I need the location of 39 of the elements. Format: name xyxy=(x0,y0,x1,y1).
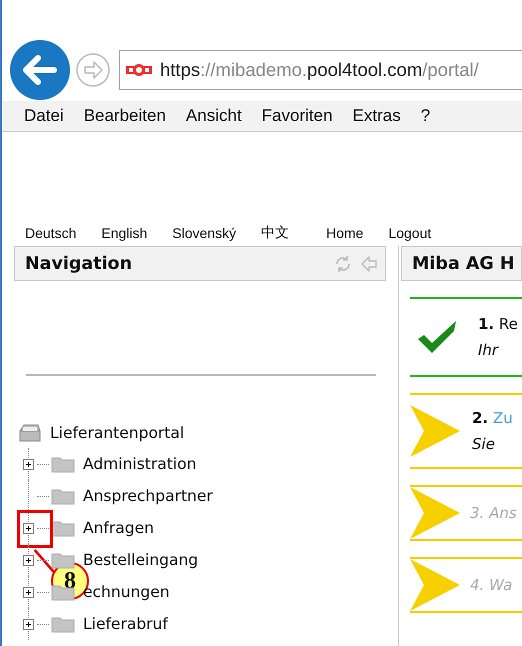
expand-icon[interactable] xyxy=(23,458,34,470)
menu-item[interactable]: ? xyxy=(420,106,430,126)
language-link[interactable]: Deutsch xyxy=(25,225,76,241)
expand-icon[interactable] xyxy=(23,586,34,598)
folder-icon xyxy=(51,487,75,505)
address-bar[interactable]: https://mibademo.pool4tool.com/portal/ xyxy=(119,50,522,90)
site-icon xyxy=(126,63,152,77)
step-title: 3. Ans xyxy=(470,504,517,522)
panel-title: Navigation xyxy=(25,254,132,274)
folder-icon xyxy=(51,615,75,633)
tree-item[interactable]: Ansprechpartner xyxy=(83,487,213,505)
language-link[interactable]: 中文 xyxy=(261,224,290,242)
language-link[interactable]: Slovenský xyxy=(172,225,236,241)
folder-icon xyxy=(51,455,75,473)
tree-item[interactable]: Administration xyxy=(83,455,196,473)
folder-icon xyxy=(51,519,75,537)
back-button[interactable] xyxy=(10,40,70,100)
language-link[interactable]: English xyxy=(101,225,148,241)
step-title: 1. Re xyxy=(478,315,518,333)
menu-item[interactable]: Favoriten xyxy=(262,106,333,126)
step-title: 4. Wa xyxy=(470,576,512,594)
menu-item[interactable]: Bearbeiten xyxy=(84,106,166,126)
expand-icon[interactable] xyxy=(23,618,34,630)
tree-item[interactable]: Anfragen xyxy=(83,519,154,537)
menu-item[interactable]: Extras xyxy=(352,106,401,126)
nav-link[interactable]: Home xyxy=(326,225,364,241)
cabinet-icon xyxy=(18,423,42,443)
panel-title: Miba AG H xyxy=(412,254,514,274)
step-description: Sie xyxy=(472,435,496,453)
menu-item[interactable]: Datei xyxy=(24,106,64,126)
folder-icon xyxy=(51,551,75,569)
nav-link[interactable]: Logout xyxy=(388,225,432,241)
tree-root-label[interactable]: Lieferantenportal xyxy=(50,424,184,442)
step-title: 2. Zu xyxy=(472,409,513,427)
step-description: Ihr xyxy=(478,341,500,359)
expand-icon[interactable] xyxy=(23,554,34,566)
tree-item[interactable]: Lieferabruf xyxy=(83,615,168,633)
menu-item[interactable]: Ansicht xyxy=(186,106,242,126)
expand-icon[interactable] xyxy=(23,522,34,534)
